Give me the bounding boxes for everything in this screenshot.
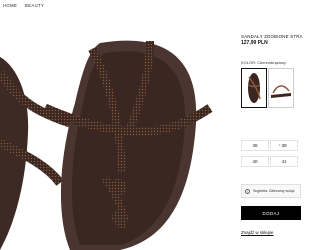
low-stock-dot: • <box>279 142 281 147</box>
color-swatch-front[interactable] <box>241 68 267 108</box>
nav-home-link[interactable]: HOME <box>3 3 17 8</box>
info-icon: i <box>245 189 250 194</box>
product-name: SANDAŁY ZDOBIONE STRA <box>241 34 303 39</box>
color-label: KOLOR: Ciemnobrązowy <box>241 60 286 65</box>
nav-beauty-link[interactable]: BEAUTY <box>25 3 44 8</box>
size-option[interactable]: 40 <box>241 156 269 167</box>
product-price: 127,99 PLN <box>241 40 268 46</box>
color-swatch-side[interactable] <box>268 68 294 108</box>
product-main-image <box>0 13 224 250</box>
size-suggestion-text: Sugestia: Zalecamy wziąć <box>253 189 295 193</box>
product-detail-panel: SANDAŁY ZDOBIONE STRA 127,99 PLN KOLOR: … <box>240 0 303 250</box>
add-to-cart-button[interactable]: DODAJ <box>241 206 301 220</box>
size-option[interactable]: 36 <box>241 140 269 151</box>
size-suggestion-box: i Sugestia: Zalecamy wziąć <box>241 184 301 198</box>
size-option[interactable]: 41 <box>270 156 298 167</box>
size-option[interactable]: 39 <box>270 140 298 151</box>
find-in-store-link[interactable]: Znajdź w sklepie <box>241 230 273 235</box>
